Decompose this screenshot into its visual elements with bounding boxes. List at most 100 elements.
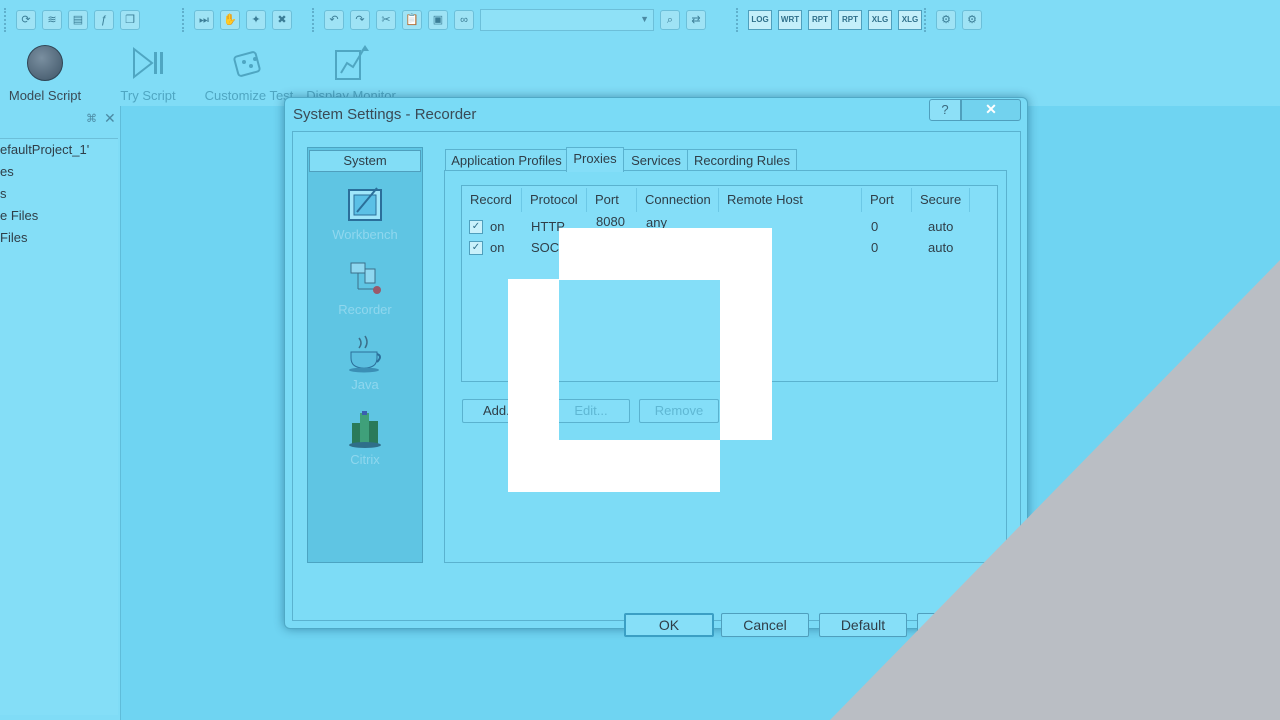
cell-protocol: SOCKS	[531, 240, 577, 255]
column-header-secure[interactable]: Secure	[912, 188, 970, 212]
gear-icon[interactable]: ⚙	[936, 10, 956, 30]
skip-icon[interactable]: ⏭	[194, 10, 214, 30]
toolbar-grip[interactable]	[4, 8, 10, 32]
dice-icon	[233, 51, 261, 77]
chevron-down-icon: ▼	[640, 14, 649, 24]
proxy-list: Record Protocol Port Connection Remote H…	[461, 185, 998, 382]
model-script-label: Model Script	[8, 88, 82, 103]
cut-icon[interactable]: ✂	[376, 10, 396, 30]
project-panel-header: ⌘ ✕	[0, 106, 120, 134]
help-icon[interactable]: ?	[929, 99, 961, 121]
nav-label-java: Java	[351, 377, 379, 392]
tree-item[interactable]: Files	[0, 227, 118, 249]
record-checkbox[interactable]: ✓	[469, 241, 483, 255]
cell-secure: auto	[928, 219, 954, 234]
tab-proxies[interactable]: Proxies	[566, 147, 624, 172]
nav-label-workbench: Workbench	[332, 227, 398, 242]
toolbar-grip[interactable]	[736, 8, 742, 32]
add-button[interactable]: Add...	[462, 399, 538, 423]
system-nav: System Workbench Recorder Java Citrix	[307, 147, 423, 563]
toolbar-group-5: ⚙ ⚙	[924, 6, 982, 34]
layers-icon[interactable]: ≋	[42, 10, 62, 30]
cell-remote-port: 0	[871, 219, 879, 234]
cancel-button[interactable]: Cancel	[721, 613, 809, 637]
paste-icon[interactable]: 📋	[402, 10, 422, 30]
record-checkbox[interactable]: ✓	[469, 220, 483, 234]
java-cup-icon	[349, 335, 381, 373]
pin-icon[interactable]: ⌘	[86, 112, 97, 125]
function-icon[interactable]: ƒ	[94, 10, 114, 30]
nav-item-workbench[interactable]: Workbench	[308, 184, 422, 242]
search-combo[interactable]: ▼	[480, 9, 654, 31]
table-row[interactable]: ✓ on HTTP 8080 any 0 auto	[462, 214, 995, 237]
cell-connection: any	[646, 215, 667, 230]
tree-item[interactable]: e Files	[0, 205, 118, 227]
remove-button[interactable]: Remove	[639, 399, 719, 423]
close-icon[interactable]: ✕	[104, 110, 116, 127]
toolbar-group-1: ⟳ ≋ ▤ ƒ ❐	[4, 6, 140, 34]
replace-icon[interactable]: ⇄	[686, 10, 706, 30]
xlg-report-button-2[interactable]: XLG	[898, 10, 922, 30]
display-monitor-button[interactable]: Display Monitor	[296, 40, 406, 103]
nav-item-citrix[interactable]: Citrix	[308, 409, 422, 467]
help-button[interactable]: Help	[917, 613, 1005, 637]
tab-recording-rules[interactable]: Recording Rules	[687, 149, 797, 171]
rpt-report-button-2[interactable]: RPT	[838, 10, 862, 30]
tree-item[interactable]: efaultProject_1'	[0, 139, 118, 161]
system-settings-dialog: System Settings - Recorder ? ✕ System Wo…	[284, 97, 1028, 637]
project-panel: ⌘ ✕ efaultProject_1' es s e Files Files	[0, 106, 121, 720]
toolbar-grip[interactable]	[182, 8, 188, 32]
wand-icon[interactable]: ✦	[246, 10, 266, 30]
try-script-label: Try Script	[120, 88, 176, 103]
xlg-report-button[interactable]: XLG	[868, 10, 892, 30]
wrt-report-button[interactable]: WRT	[778, 10, 802, 30]
default-button[interactable]: Default	[819, 613, 907, 637]
undo-icon[interactable]: ↶	[324, 10, 344, 30]
tab-services[interactable]: Services	[623, 149, 689, 171]
main-toolbar: ⟳ ≋ ▤ ƒ ❐ ⏭ ✋ ✦ ✖ ↶ ↷ ✂ 📋 ▣ ∞ ▼ ⌕ ⇄ LOG …	[0, 0, 1280, 41]
proxies-panel: Record Protocol Port Connection Remote H…	[444, 170, 1007, 563]
model-script-button[interactable]: Model Script	[0, 40, 100, 103]
project-tree: efaultProject_1' es s e Files Files	[0, 138, 118, 715]
nav-item-java[interactable]: Java	[308, 334, 422, 392]
column-header-remote-host[interactable]: Remote Host	[719, 188, 862, 212]
close-icon[interactable]: ✕	[961, 99, 1021, 121]
settings-icon[interactable]: ⚙	[962, 10, 982, 30]
citrix-buildings-icon	[349, 411, 381, 448]
nav-label-citrix: Citrix	[350, 452, 380, 467]
cell-port: 8080	[596, 214, 625, 229]
cell-record: on	[490, 240, 505, 255]
column-header-port[interactable]: Port	[587, 188, 637, 212]
hand-icon[interactable]: ✋	[220, 10, 240, 30]
cell-record: on	[490, 219, 505, 234]
column-header-protocol[interactable]: Protocol	[522, 188, 587, 212]
tree-item[interactable]: s	[0, 183, 118, 205]
recorder-icon	[350, 262, 381, 294]
ok-button[interactable]: OK	[624, 613, 714, 637]
copy-icon[interactable]: ❐	[120, 10, 140, 30]
log-report-button[interactable]: LOG	[748, 10, 772, 30]
column-header-remote-port[interactable]: Port	[862, 188, 912, 212]
edit-button[interactable]: Edit...	[552, 399, 630, 423]
redo-icon[interactable]: ↷	[350, 10, 370, 30]
nav-item-recorder[interactable]: Recorder	[308, 259, 422, 317]
cell-remote-port: 0	[871, 240, 879, 255]
table-row[interactable]: ✓ on SOCKS 0 auto	[462, 238, 995, 258]
binoculars-icon[interactable]: ∞	[454, 10, 474, 30]
column-header-record[interactable]: Record	[462, 188, 522, 212]
stamp-icon[interactable]: ▣	[428, 10, 448, 30]
rpt-report-button[interactable]: RPT	[808, 10, 832, 30]
customize-test-button[interactable]: Customize Test	[194, 40, 304, 103]
toolbar-group-2: ⏭ ✋ ✦ ✖	[182, 6, 292, 34]
column-header-connection[interactable]: Connection	[637, 188, 719, 212]
tab-application-profiles[interactable]: Application Profiles	[445, 149, 568, 171]
toolbar-grip[interactable]	[924, 8, 930, 32]
system-nav-header[interactable]: System	[309, 150, 421, 172]
find-icon[interactable]: ⌕	[660, 10, 680, 30]
tree-item[interactable]: es	[0, 161, 118, 183]
toolbar-grip[interactable]	[312, 8, 318, 32]
stack-icon[interactable]: ▤	[68, 10, 88, 30]
tools-icon[interactable]: ✖	[272, 10, 292, 30]
try-script-button[interactable]: Try Script	[93, 40, 203, 103]
refresh-icon[interactable]: ⟳	[16, 10, 36, 30]
